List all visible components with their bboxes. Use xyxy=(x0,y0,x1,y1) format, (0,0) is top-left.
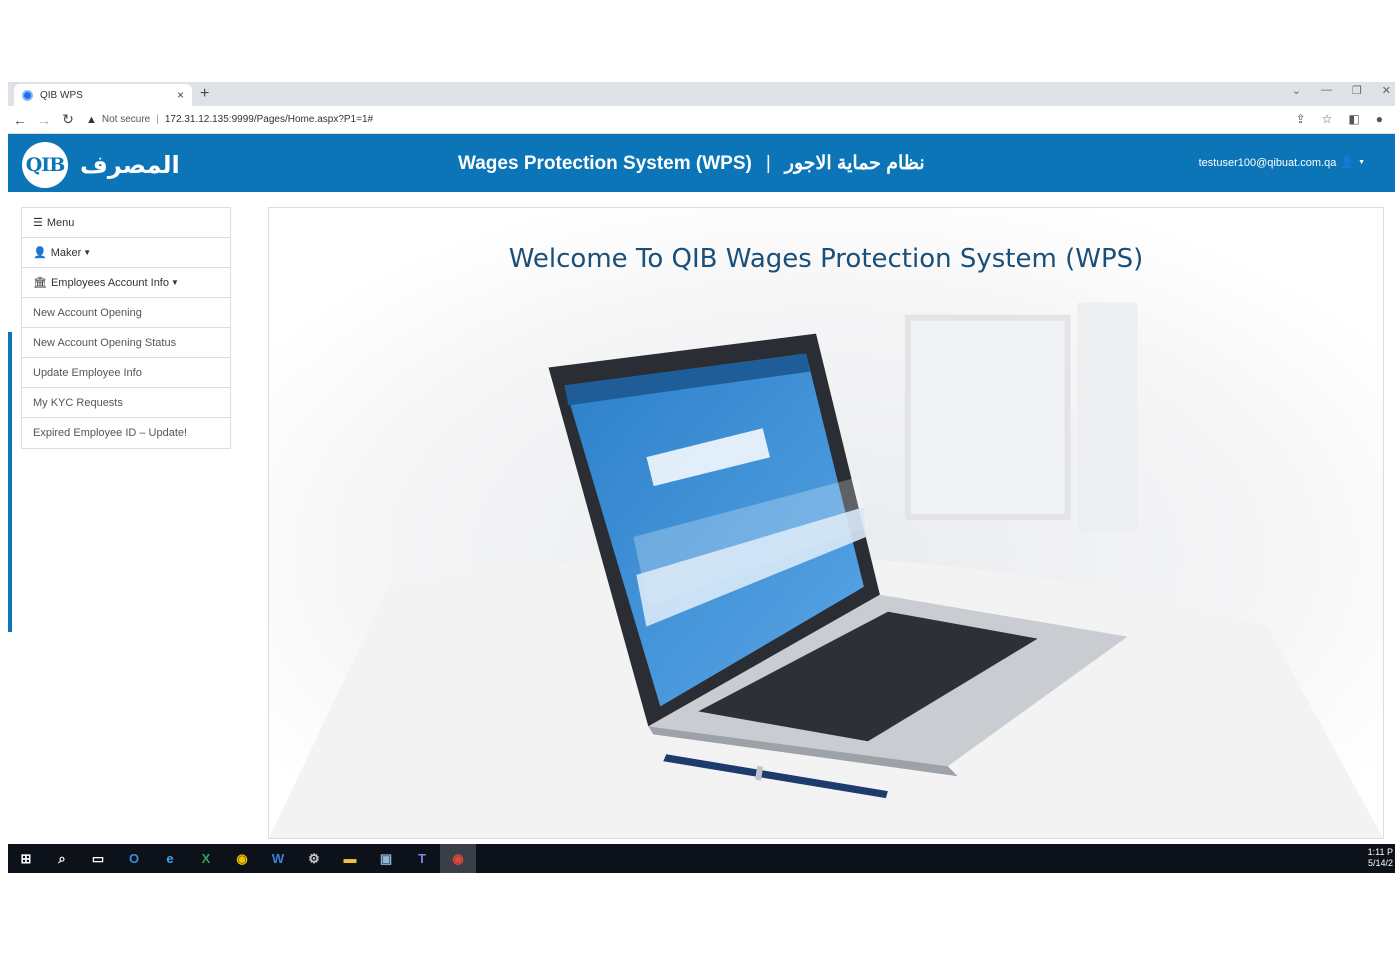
minimize-icon[interactable]: — xyxy=(1321,84,1332,97)
page-header-title: Wages Protection System (WPS) | نظام حماية… xyxy=(458,152,925,175)
new-tab-button[interactable]: + xyxy=(200,85,209,103)
security-label[interactable]: Not secure xyxy=(102,114,150,125)
address-bar: ← → ↻ ▲ Not secure | 172.31.12.135:9999/… xyxy=(8,106,1395,134)
remote-desktop-icon[interactable]: ▣ xyxy=(368,844,404,873)
side-panel-icon[interactable]: ◧ xyxy=(1348,112,1359,126)
internet-explorer-icon[interactable]: e xyxy=(152,844,188,873)
sidebar-item-expired-employee-id-update[interactable]: Expired Employee ID – Update! xyxy=(22,418,230,448)
omnibox[interactable]: ▲ Not secure | 172.31.12.135:9999/Pages/… xyxy=(86,114,373,126)
tools-icon[interactable]: ⚙ xyxy=(296,844,332,873)
profile-icon[interactable]: ● xyxy=(1376,112,1383,126)
user-dropdown[interactable]: testuser100@qibuat.com.qa 👤 ▼ xyxy=(1198,156,1365,170)
chevron-down-icon: ▼ xyxy=(1358,159,1365,166)
chrome-icon[interactable]: ◉ xyxy=(224,844,260,873)
outlook-icon[interactable]: O xyxy=(116,844,152,873)
forward-icon[interactable]: → xyxy=(32,112,56,128)
sidebar-menu-label: Menu xyxy=(46,216,75,229)
sidebar-item-new-account-opening[interactable]: New Account Opening xyxy=(22,298,230,328)
toolbar-actions: ⇪ ☆ ◧ ● xyxy=(1296,112,1383,126)
excel-icon[interactable]: X xyxy=(188,844,224,873)
bank-icon: 🏛 xyxy=(33,277,47,289)
tab-title: QIB WPS xyxy=(40,89,83,101)
reload-icon[interactable]: ↻ xyxy=(56,111,80,128)
sidebar-item-new-account-opening-status[interactable]: New Account Opening Status xyxy=(22,328,230,358)
qib-logo[interactable]: QIB المصرف xyxy=(22,142,180,188)
url-text[interactable]: 172.31.12.135:9999/Pages/Home.aspx?P1=1# xyxy=(165,114,373,125)
logo-mark: QIB xyxy=(22,142,68,188)
caret-down-icon: ▼ xyxy=(83,248,92,257)
tab-close-icon[interactable]: × xyxy=(177,88,184,102)
taskbar: ⊞ ⌕ ▭ O e X ◉ W ⚙ ▬ ▣ T ◉ 1:11 P 5/14/2 xyxy=(8,844,1395,873)
left-edge-accent xyxy=(8,332,12,632)
window-controls: ⌄ — ❐ ✕ xyxy=(1292,84,1395,97)
header-title-en: Wages Protection System (WPS) xyxy=(458,153,752,174)
hamburger-icon: ☰ xyxy=(33,217,43,229)
sidebar-maker-label: Maker xyxy=(50,246,82,259)
task-view-icon[interactable]: ▭ xyxy=(80,844,116,873)
warning-icon[interactable]: ▲ xyxy=(86,114,97,126)
system-clock[interactable]: 1:11 P 5/14/2 xyxy=(1368,847,1393,869)
sidebar: ☰ Menu 👤 Maker ▼ 🏛 Employees Account Inf… xyxy=(21,207,231,449)
user-email: testuser100@qibuat.com.qa xyxy=(1198,156,1337,169)
sidebar-item-employees-account-info[interactable]: 🏛 Employees Account Info ▼ xyxy=(22,268,230,298)
user-icon: 👤 xyxy=(33,247,47,259)
caret-down-icon: ▼ xyxy=(170,278,179,287)
omnibox-divider: | xyxy=(156,114,159,125)
sidebar-item-maker[interactable]: 👤 Maker ▼ xyxy=(22,238,230,268)
sidebar-item-update-employee-info[interactable]: Update Employee Info xyxy=(22,358,230,388)
back-icon[interactable]: ← xyxy=(8,112,32,128)
browser-tabstrip: QIB WPS × + ⌄ — ❐ ✕ xyxy=(8,82,1395,106)
search-icon[interactable]: ⌕ xyxy=(44,844,80,873)
file-explorer-icon[interactable]: ▬ xyxy=(332,844,368,873)
main-panel: Welcome To QIB Wages Protection System (… xyxy=(268,207,1384,839)
close-window-icon[interactable]: ✕ xyxy=(1382,84,1391,97)
restore-icon[interactable]: ❐ xyxy=(1352,84,1362,97)
browser-tab[interactable]: QIB WPS × xyxy=(14,84,192,106)
share-icon[interactable]: ⇪ xyxy=(1296,112,1306,126)
laptop-hero-image xyxy=(269,208,1383,838)
sidebar-item-my-kyc-requests[interactable]: My KYC Requests xyxy=(22,388,230,418)
welcome-heading: Welcome To QIB Wages Protection System (… xyxy=(508,244,1144,274)
screen: QIB WPS × + ⌄ — ❐ ✕ ← → ↻ ▲ Not secure |… xyxy=(8,82,1395,873)
header-title-ar: نظام حماية الاجور xyxy=(784,153,925,174)
word-icon[interactable]: W xyxy=(260,844,296,873)
windows-start-icon[interactable]: ⊞ xyxy=(8,844,44,873)
header-divider: | xyxy=(765,153,771,174)
clock-time: 1:11 P xyxy=(1367,847,1393,857)
bookmark-star-icon[interactable]: ☆ xyxy=(1322,112,1333,126)
sidebar-menu-toggle[interactable]: ☰ Menu xyxy=(22,208,230,238)
sidebar-employees-label: Employees Account Info xyxy=(50,276,169,289)
tab-search-icon[interactable]: ⌄ xyxy=(1292,84,1301,97)
favicon-icon xyxy=(22,89,33,101)
user-icon: 👤 xyxy=(1340,157,1355,169)
app-header: QIB المصرف Wages Protection System (WPS)… xyxy=(8,134,1395,192)
logo-arabic-text: المصرف xyxy=(80,151,180,179)
chrome-profile-icon[interactable]: ◉ xyxy=(440,844,476,873)
clock-date: 5/14/2 xyxy=(1367,858,1393,868)
teams-icon[interactable]: T xyxy=(404,844,440,873)
